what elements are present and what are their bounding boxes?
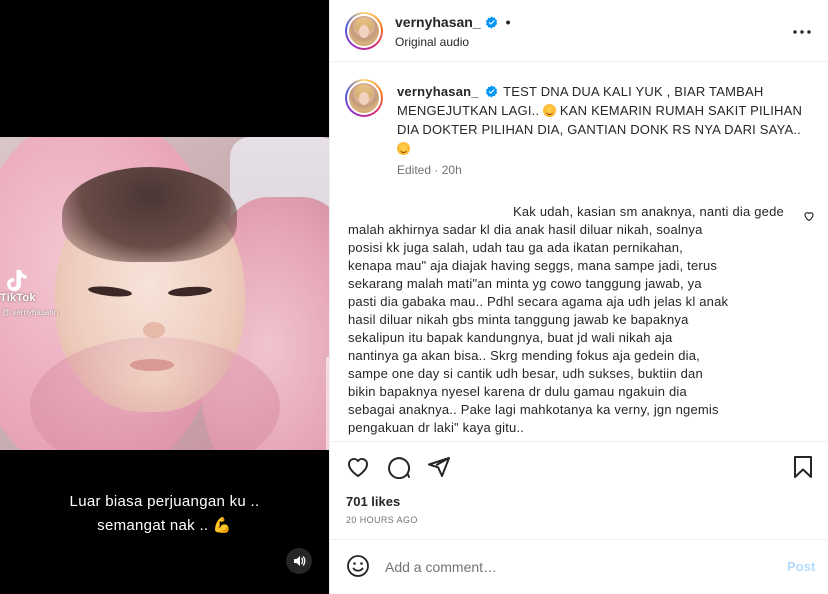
comment-line: pasti dia gabaka mau.. Pdhl secara agama… [348,294,729,309]
post-header: vernyhasan_ • Original audio [330,0,828,62]
avatar[interactable] [345,12,383,50]
comment-line: Kak udah, kasian sm anaknya, nanti dia g… [513,204,784,219]
smiling-face-emoji-icon [543,104,557,117]
caption-time: 20h [441,163,462,177]
heart-outline-icon [804,212,814,222]
caption-meta: Edited · 20h [397,163,462,177]
like-button[interactable] [345,454,371,480]
comment-line: sebagai anaknya.. Pake lagi mahkotanya k… [348,402,719,417]
comment-line: pengakuan dr laki" kaya gitu.. [348,420,525,435]
video-frame[interactable] [0,137,329,450]
comment-line: sekalipun itu bapak kandungnya, buat jd … [348,330,673,345]
smiley-icon [347,555,369,577]
comment-bubble-icon [388,457,411,479]
mute-button[interactable] [286,548,312,574]
video-caption-line: Luar biasa perjuangan ku .. [69,493,260,510]
original-audio-link[interactable]: Original audio [395,35,469,49]
post-comment-button[interactable]: Post [787,559,815,574]
paper-plane-icon [428,457,450,477]
comment-line: posisi kk juga salah, udah tau ga ada ik… [348,240,683,255]
video-player[interactable]: TikTok @ vernyhasann Luar biasa perjuang… [0,0,329,594]
post-timestamp[interactable]: 20 HOURS AGO [346,515,418,525]
username-link[interactable]: vernyhasan_ [397,84,479,99]
comment-button[interactable] [386,454,412,480]
heart-outline-icon [348,458,368,477]
post-panel: vernyhasan_ • Original audio vernyhasan_ [329,0,828,594]
save-button[interactable] [790,454,816,480]
baby-hair [62,167,237,262]
tiktok-logo-icon [6,268,32,294]
emoji-picker-button[interactable] [346,554,372,580]
more-options-button[interactable] [790,20,814,44]
action-bar [330,441,828,489]
comment-line: nantinya ga akan bisa.. Skrg mending fok… [348,348,700,363]
avatar-image [347,81,381,115]
separator-dot: • [505,14,511,30]
add-comment-bar: Post [330,539,828,594]
comment-line: sekarang malah mati"an minta yg cowo tan… [348,276,702,291]
bookmark-icon [794,456,812,478]
caption-text: vernyhasan_ TEST DNA DUA KALI YUK , BIAR… [397,82,807,158]
smiling-face-emoji-icon [397,142,410,155]
tiktok-watermark: TikTok [0,292,36,304]
comment-line: hasil diluar nikah gbs minta tanggung ja… [348,312,689,327]
meta-separator: · [434,163,439,177]
username-link[interactable]: vernyhasan_ [395,14,481,30]
edited-label: Edited [397,163,432,177]
comment-input[interactable] [385,554,765,580]
comment-line: bikin bapaknya nyesel karena dr dulu gam… [348,384,687,399]
verified-badge-icon [485,15,497,29]
comment-line: kenapa mau" aja diajak having seggs, man… [348,258,718,273]
comment-text: Kak udah, kasian sm anaknya, nanti dia g… [348,203,798,437]
more-horizontal-icon [793,30,811,34]
video-caption-line: semangat nak .. 💪 [97,517,232,534]
header-user: vernyhasan_ • [395,14,511,30]
comment-line: sampe one day si cantik udh besar, udh s… [348,366,703,381]
tiktok-handle: @ vernyhasann [2,308,59,317]
video-caption: Luar biasa perjuangan ku .. semangat nak… [0,490,329,538]
comment-line: malah akhirnya sadar kl dia anak hasil d… [348,222,703,237]
likes-count[interactable]: 701 likes [346,494,400,509]
avatar-image [347,14,381,48]
comments-section[interactable]: vernyhasan_ TEST DNA DUA KALI YUK , BIAR… [330,63,828,441]
avatar[interactable] [345,79,383,117]
share-button[interactable] [426,454,452,480]
speaker-icon [294,556,306,566]
comment-like-button[interactable] [803,209,817,223]
baby-nose [143,322,165,338]
verified-badge-icon [485,85,497,98]
